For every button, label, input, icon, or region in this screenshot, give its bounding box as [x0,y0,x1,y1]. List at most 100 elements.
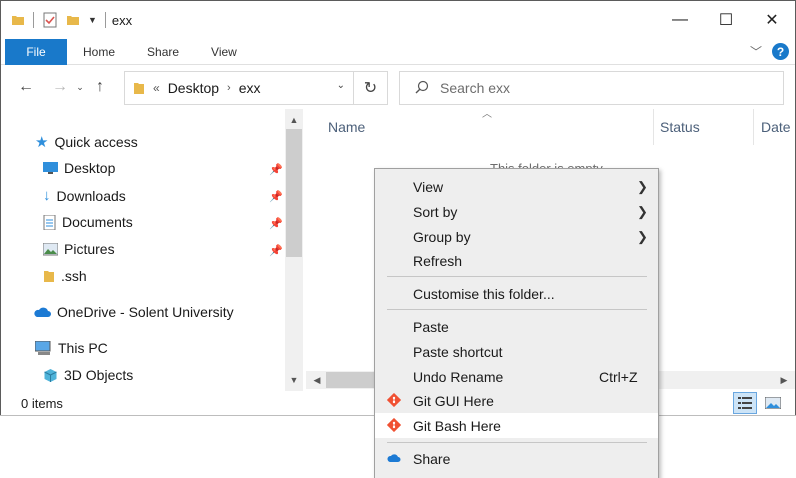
menu-item-accelerator: Ctrl+Z [599,368,638,385]
menu-item-customise-folder[interactable]: Customise this folder... [375,281,658,306]
pin-icon: 📌 [269,245,283,257]
pin-icon: 📌 [269,191,283,203]
menu-item-label: View [413,178,444,195]
maximize-icon: ☐ [718,12,734,29]
menu-item-label: Share [413,450,451,467]
nav-item-quick-access[interactable]: ★ Quick access [35,133,138,151]
minimize-button[interactable]: — [657,1,703,39]
scrollbar-thumb[interactable] [286,129,302,257]
menu-separator [387,442,647,443]
customize-qat-icon[interactable]: ▼ [88,15,97,25]
scroll-up-icon[interactable]: ▲ [285,111,303,129]
menu-item-label: Undo Rename [413,368,504,385]
star-icon: ★ [35,134,49,151]
details-view-button[interactable] [733,392,757,414]
tab-view[interactable]: View [195,39,253,65]
menu-item-label: Git Bash Here [413,417,501,434]
help-icon[interactable]: ? [772,43,789,60]
back-button[interactable]: ← [13,72,39,102]
column-header-status[interactable]: Status [660,119,700,135]
address-bar[interactable]: « Desktop › exx ⌄ ↻ [124,71,388,105]
chevron-right-icon: ❯ [637,203,648,219]
arrow-up-icon: ↑ [96,78,104,95]
nav-item-desktop[interactable]: Desktop [43,160,115,176]
nav-item-label: Downloads [56,187,126,204]
large-icons-view-button[interactable] [761,392,785,414]
menu-item-label: Paste shortcut [413,343,503,360]
search-box[interactable]: Search exx [399,71,784,105]
tab-file[interactable]: File [5,38,67,65]
title-bar: ▼ exx — ☐ ✕ [1,1,795,39]
nav-item-ssh[interactable]: .ssh [43,268,87,284]
large-icons-view-icon [765,397,781,409]
nav-item-label: Desktop [64,160,116,176]
menu-item-git-gui-here[interactable]: Git GUI Here [375,388,658,413]
scroll-left-icon[interactable]: ◀ [308,371,326,389]
scroll-right-icon[interactable]: ▶ [775,371,793,389]
cube-icon [44,368,57,382]
nav-item-label: This PC [58,340,108,356]
nav-item-label: .ssh [61,268,87,284]
scroll-down-icon[interactable]: ▼ [285,371,303,389]
chevron-down-icon[interactable]: ⌄ [337,80,345,91]
onedrive-icon [387,454,401,462]
menu-item-paste-shortcut[interactable]: Paste shortcut [375,339,658,364]
breadcrumb-exx[interactable]: exx [239,80,261,96]
column-header-name[interactable]: Name [328,119,365,135]
nav-item-onedrive[interactable]: OneDrive - Solent University [33,304,234,320]
divider [33,12,34,28]
nav-item-documents[interactable]: Documents [43,214,133,230]
git-icon [387,393,401,407]
expand-ribbon-icon[interactable]: ﹀ [750,43,762,60]
item-count: 0 items [21,396,63,411]
column-header-date[interactable]: Date [761,119,791,135]
menu-item-sort-by[interactable]: Sort by ❯ [375,199,658,224]
menu-separator [387,309,647,310]
forward-button[interactable]: → [47,72,73,102]
menu-item-git-bash-here[interactable]: Git Bash Here [375,413,658,438]
minimize-icon: — [672,11,688,28]
nav-item-3d-objects[interactable]: 3D Objects [43,367,133,383]
chevron-right-icon: ❯ [637,178,648,194]
divider [753,109,754,145]
up-button[interactable]: ↑ [87,72,113,102]
tab-home[interactable]: Home [67,39,131,65]
search-input[interactable]: Search exx [440,80,510,96]
close-icon: ✕ [765,12,779,29]
nav-item-pictures[interactable]: Pictures [43,241,115,257]
arrow-left-icon: ← [18,78,34,95]
tab-share[interactable]: Share [131,39,195,65]
menu-item-paste[interactable]: Paste [375,314,658,339]
menu-item-undo-rename[interactable]: Undo Rename Ctrl+Z [375,364,658,389]
menu-item-view[interactable]: View ❯ [375,174,658,199]
menu-item-label: Group by [413,228,471,245]
nav-item-downloads[interactable]: ↓ Downloads [43,187,126,204]
arrow-right-icon: → [52,78,68,95]
refresh-button[interactable]: ↻ [353,72,387,104]
picture-icon [43,242,58,255]
overflow-crumbs[interactable]: « [153,81,160,95]
breadcrumb-desktop[interactable]: Desktop [168,80,219,96]
document-icon [43,214,56,230]
chevron-right-icon: ❯ [637,228,648,244]
menu-separator [387,276,647,277]
menu-item-group-by[interactable]: Group by ❯ [375,224,658,249]
menu-item-share[interactable]: Share [375,446,658,471]
nav-item-this-pc[interactable]: This PC [35,340,108,356]
folder-icon [44,271,54,282]
close-button[interactable]: ✕ [749,1,795,39]
recent-locations-button[interactable]: ⌄ [73,72,87,102]
navigation-bar: ← → ⌄ ↑ « Desktop › exx ⌄ ↻ Search exx [1,65,795,109]
properties-icon[interactable] [42,12,58,28]
new-folder-icon[interactable] [66,13,80,27]
navpane-scrollbar[interactable]: ▲ ▼ [285,109,303,391]
pin-icon: 📌 [269,218,283,230]
menu-item-refresh[interactable]: Refresh [375,248,658,273]
quick-access-toolbar: ▼ [1,12,106,28]
nav-item-label: Quick access [54,134,138,150]
chevron-right-icon[interactable]: › [227,82,231,94]
maximize-button[interactable]: ☐ [703,1,749,39]
download-icon: ↓ [43,187,51,204]
menu-item-label: Refresh [413,252,463,269]
context-menu: View ❯ Sort by ❯ Group by ❯ Refresh Cust… [374,168,659,478]
